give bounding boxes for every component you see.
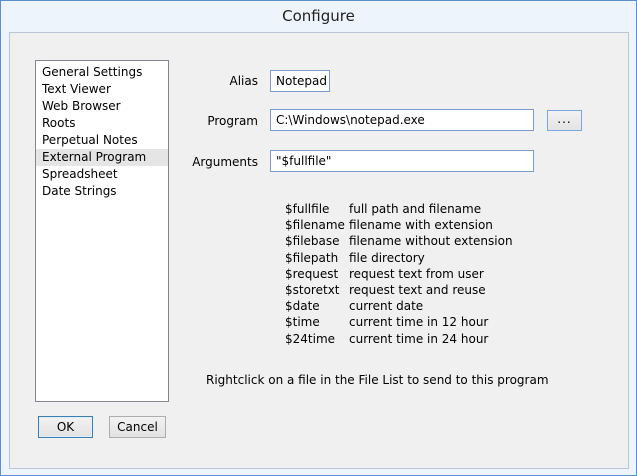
variable-row: $time current time in 12 hour <box>285 314 513 330</box>
variable-row: $date current date <box>285 298 513 314</box>
cancel-button[interactable]: Cancel <box>109 416 166 438</box>
category-item-roots[interactable]: Roots <box>36 115 168 132</box>
variable-row: $24time current time in 24 hour <box>285 331 513 347</box>
variable-name: $date <box>285 299 320 314</box>
arguments-label: Arguments <box>192 155 258 169</box>
variable-description: file directory <box>349 250 425 265</box>
variable-row: $filepath file directory <box>285 250 513 266</box>
ok-button[interactable]: OK <box>38 416 93 438</box>
variable-name: $filebase <box>285 234 340 249</box>
category-item-web-browser[interactable]: Web Browser <box>36 98 168 115</box>
variable-row: $fullfile full path and filename <box>285 201 513 217</box>
arguments-field[interactable]: "$fullfile" <box>270 150 534 172</box>
program-field[interactable]: C:\Windows\notepad.exe <box>270 109 534 131</box>
variable-name: $filename <box>285 218 345 233</box>
category-item-general-settings[interactable]: General Settings <box>36 64 168 81</box>
variable-row: $request request text from user <box>285 266 513 282</box>
variable-description: current date <box>349 299 424 314</box>
variable-row: $storetxt request text and reuse <box>285 282 513 298</box>
variable-name: $time <box>285 315 320 330</box>
variable-name: $24time <box>285 331 336 346</box>
category-item-date-strings[interactable]: Date Strings <box>36 183 168 200</box>
browse-button[interactable]: ... <box>547 110 582 131</box>
title-bar[interactable]: Configure <box>1 1 636 32</box>
variable-name: $fullfile <box>285 202 330 216</box>
variable-reference: $fullfile full path and filename $filenam… <box>285 201 513 347</box>
program-label: Program <box>207 114 258 128</box>
variable-name: $request <box>285 266 339 281</box>
window-title: Configure <box>282 7 355 25</box>
variable-description: filename with extension <box>349 218 493 233</box>
variable-description: current time in 24 hour <box>349 331 489 346</box>
category-item-perpetual-notes[interactable]: Perpetual Notes <box>36 132 168 149</box>
variable-row: $filename filename with extension <box>285 217 513 233</box>
category-item-external-program[interactable]: External Program <box>36 149 168 166</box>
category-item-spreadsheet[interactable]: Spreadsheet <box>36 166 168 183</box>
variable-description: current time in 12 hour <box>349 315 489 330</box>
variable-name: $storetxt <box>285 282 340 297</box>
variable-description: filename without extension <box>349 234 513 249</box>
variable-name: $filepath <box>285 250 339 265</box>
alias-field[interactable]: Notepad <box>270 70 330 92</box>
variable-row: $filebase filename without extension <box>285 233 513 249</box>
category-list[interactable]: General Settings Text Viewer Web Browser… <box>35 60 169 402</box>
variable-description: request text and reuse <box>349 282 486 297</box>
variable-description: full path and filename <box>349 202 482 216</box>
category-item-text-viewer[interactable]: Text Viewer <box>36 81 168 98</box>
hint-text: Rightclick on a file in the File List to… <box>206 373 549 387</box>
alias-label: Alias <box>229 74 258 88</box>
variable-description: request text from user <box>349 266 484 281</box>
